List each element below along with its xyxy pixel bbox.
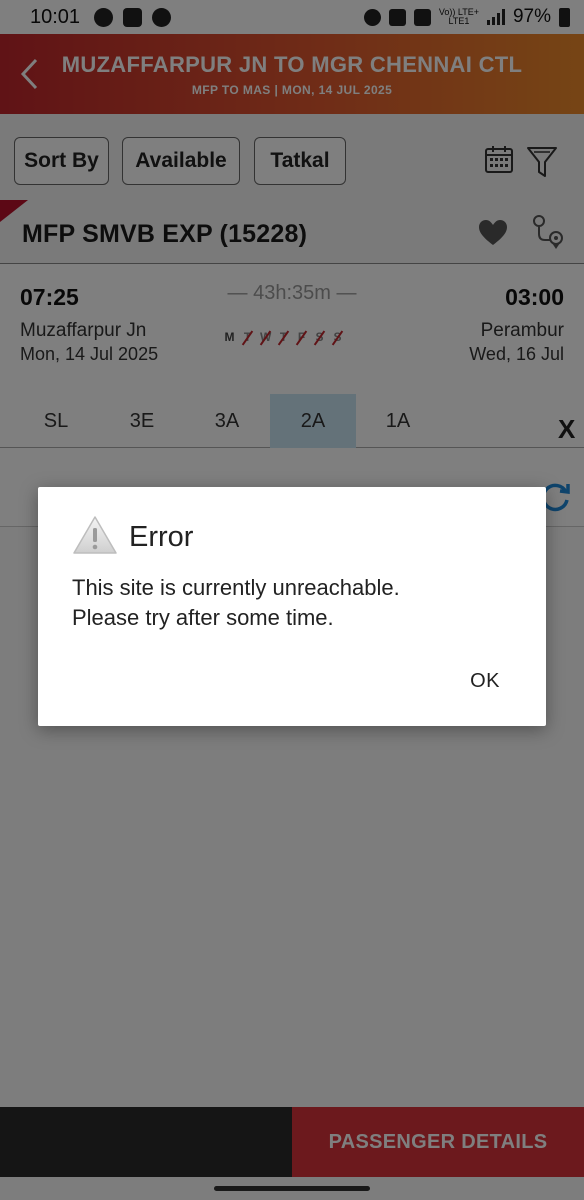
screen: 10:01 Vo)) LTE+ LTE1 97% MUZAFFARPUR JN … bbox=[0, 0, 584, 1200]
dialog-title: Error bbox=[129, 521, 194, 553]
ok-button[interactable]: OK bbox=[470, 670, 500, 693]
dialog-message-line-1: This site is currently unreachable. bbox=[72, 575, 400, 600]
dialog-message: This site is currently unreachable. Plea… bbox=[72, 573, 512, 633]
error-dialog: Error This site is currently unreachable… bbox=[38, 487, 546, 726]
warning-icon bbox=[73, 516, 117, 554]
dialog-message-line-2: Please try after some time. bbox=[72, 605, 334, 630]
